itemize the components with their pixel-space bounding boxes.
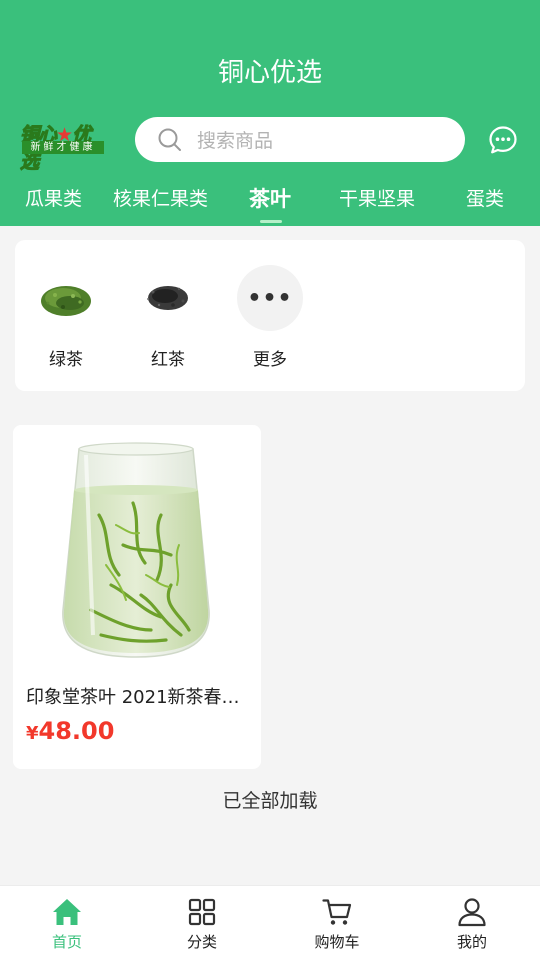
app-title: 铜心优选	[217, 58, 322, 88]
nav-label: 购物车	[314, 933, 360, 951]
app-header: 铜心优选 铜心★优选 新鲜才健康 搜索商品 瓜果类 核果仁果类 茶叶 干果坚果 …	[0, 0, 540, 226]
subcategory-label: 绿茶	[49, 350, 83, 370]
product-card[interactable]: 印象堂茶叶 2021新茶春… ¥48.00	[13, 425, 261, 769]
search-placeholder: 搜索商品	[197, 130, 274, 152]
home-icon	[53, 899, 81, 925]
tab-drupes[interactable]: 核果仁果类	[113, 184, 208, 211]
nav-label: 分类	[186, 933, 217, 951]
tab-eggs[interactable]: 蛋类	[466, 184, 504, 211]
subcategory-label: 更多	[253, 350, 287, 370]
grid-icon	[188, 898, 216, 926]
search-bar[interactable]: 搜索商品	[135, 117, 465, 162]
nav-profile[interactable]: 我的	[427, 896, 517, 952]
product-price: ¥48.00	[26, 717, 114, 745]
logo-tagline: 新鲜才健康	[22, 141, 104, 154]
list-end-status: 已全部加载	[222, 790, 318, 812]
tab-melons[interactable]: 瓜果类	[25, 184, 82, 211]
subcategory-label: 红茶	[151, 350, 185, 370]
price-value: 48.00	[38, 717, 115, 745]
user-icon	[458, 898, 486, 927]
price-currency: ¥	[26, 723, 39, 744]
active-tab-indicator	[260, 220, 282, 223]
category-tabs: 瓜果类 核果仁果类 茶叶 干果坚果 蛋类	[0, 176, 540, 223]
brand-logo[interactable]: 铜心★优选 新鲜才健康	[20, 120, 106, 174]
search-icon	[158, 128, 181, 151]
subcategory-black-tea[interactable]: 红茶	[128, 265, 208, 370]
nav-label: 首页	[51, 933, 82, 951]
product-title: 印象堂茶叶 2021新茶春…	[26, 687, 240, 708]
nav-category[interactable]: 分类	[157, 896, 247, 952]
subcategory-green-tea[interactable]: 绿茶	[26, 265, 106, 370]
subcategory-card: 绿茶 红茶 ••• 更多	[15, 240, 525, 391]
nav-home[interactable]: 首页	[22, 896, 112, 952]
tab-nuts[interactable]: 干果坚果	[339, 184, 415, 211]
tab-tea[interactable]: 茶叶	[249, 183, 291, 213]
subcategory-more[interactable]: ••• 更多	[230, 265, 310, 370]
green-tea-leaves-icon	[33, 265, 99, 331]
more-dots-icon: •••	[237, 265, 303, 331]
cart-icon	[322, 899, 352, 925]
black-tea-leaves-icon	[135, 265, 201, 331]
nav-label: 我的	[456, 933, 487, 951]
bottom-navigation: 首页 分类 购物车 我的	[0, 885, 540, 960]
nav-cart[interactable]: 购物车	[292, 896, 382, 952]
product-image	[62, 442, 210, 658]
chat-bubble-icon[interactable]	[488, 125, 518, 155]
